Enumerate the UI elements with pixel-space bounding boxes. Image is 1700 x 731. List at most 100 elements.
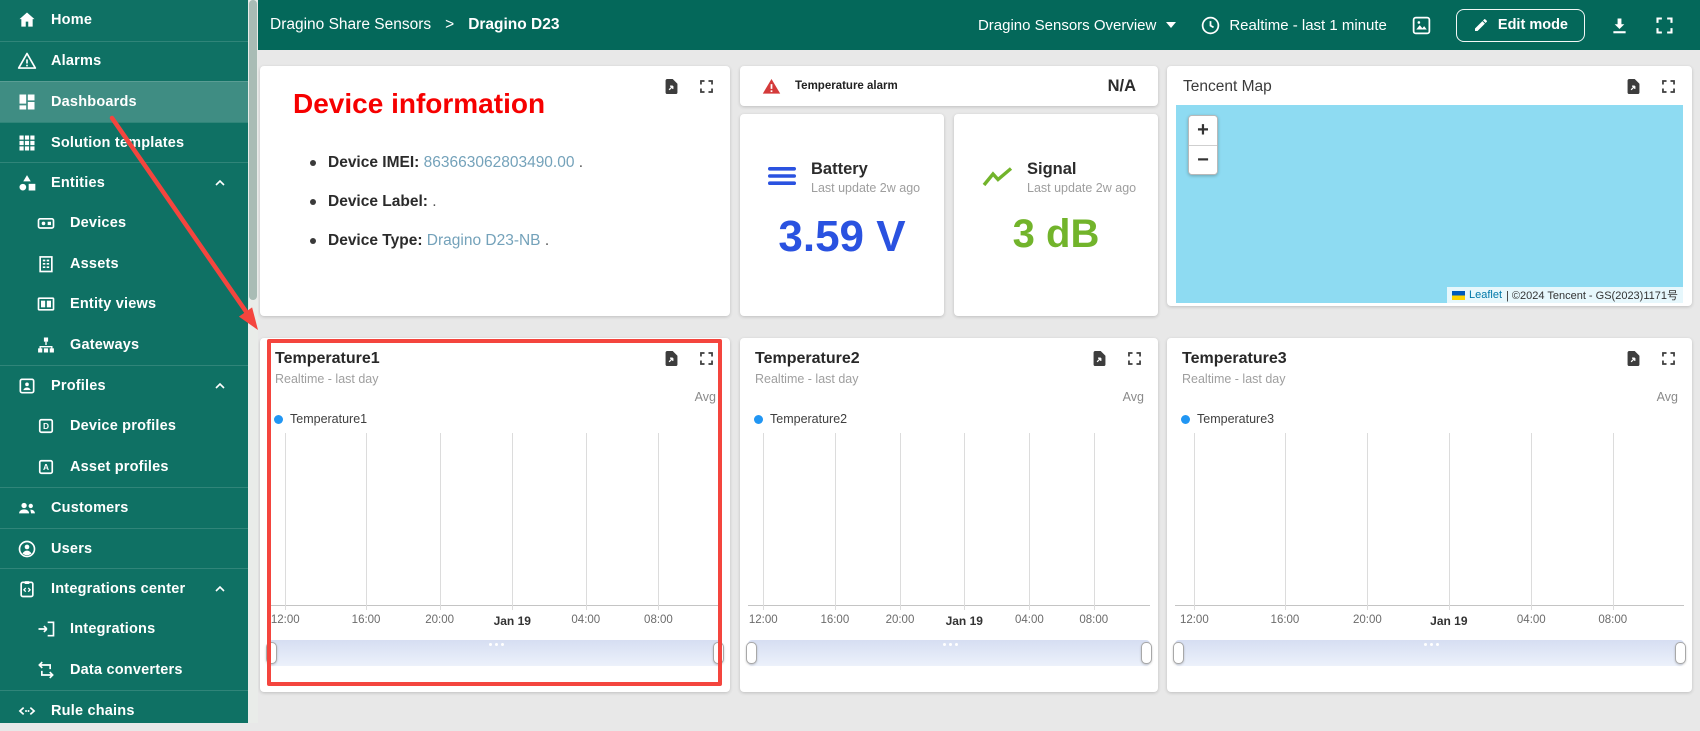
transform-icon: [36, 660, 56, 680]
dashboard-select[interactable]: Dragino Sensors Overview: [978, 17, 1177, 34]
sidebar-item-gateways[interactable]: Gateways: [0, 325, 248, 366]
dashboards-icon: [17, 92, 37, 112]
breadcrumb-root[interactable]: Dragino Share Sensors: [270, 16, 431, 34]
device-label-row: Device Label: .: [308, 193, 583, 211]
expand-icon[interactable]: [697, 77, 716, 96]
sidebar-item-devices[interactable]: Devices: [0, 203, 248, 244]
slider-right-handle[interactable]: [1141, 642, 1152, 664]
slider-right-handle[interactable]: [1675, 642, 1686, 664]
expand-icon[interactable]: [697, 349, 716, 368]
legend-item[interactable]: Temperature2: [754, 412, 847, 426]
time-range-slider[interactable]: [1173, 640, 1686, 666]
sidebar: Home Alarms Dashboards Solution template…: [0, 0, 248, 723]
chart-plot-area[interactable]: [1175, 433, 1684, 610]
alarm-label: Temperature alarm: [795, 80, 898, 92]
sidebar-item-integrations-center[interactable]: Integrations center: [0, 568, 248, 609]
sidebar-item-home[interactable]: Home: [0, 0, 248, 41]
sidebar-item-alarms[interactable]: Alarms: [0, 40, 248, 82]
export-file-icon[interactable]: [1090, 349, 1109, 368]
aggregation-label[interactable]: Avg: [1657, 390, 1678, 404]
slider-left-handle[interactable]: [1173, 642, 1184, 664]
legend-item[interactable]: Temperature3: [1181, 412, 1274, 426]
hub-icon: [36, 335, 56, 355]
expand-icon[interactable]: [1659, 349, 1678, 368]
temperature1-chart-card: Temperature1 Realtime - last day Avg Tem…: [260, 338, 730, 692]
pencil-icon: [1473, 17, 1489, 33]
sidebar-item-solution-templates[interactable]: Solution templates: [0, 121, 248, 163]
temperature-alarm-card: Temperature alarm N/A: [740, 66, 1158, 106]
scrollbar-thumb[interactable]: [249, 0, 257, 300]
chart-timewindow: Realtime - last day: [755, 372, 859, 386]
caret-down-icon: [1166, 22, 1177, 28]
sidebar-item-users[interactable]: Users: [0, 527, 248, 569]
zoom-out-button[interactable]: −: [1189, 145, 1217, 174]
slider-left-handle[interactable]: [746, 642, 757, 664]
ukraine-flag-icon: [1451, 290, 1465, 300]
export-file-icon[interactable]: [1624, 349, 1643, 368]
aggregation-label[interactable]: Avg: [1123, 390, 1144, 404]
slider-right-handle[interactable]: [713, 642, 724, 664]
download-icon[interactable]: [1609, 15, 1630, 36]
time-range-slider[interactable]: [746, 640, 1152, 666]
image-icon[interactable]: [1411, 15, 1432, 36]
building-icon: [36, 254, 56, 274]
chart-title: Temperature3: [1182, 350, 1287, 367]
sidebar-item-asset-profiles[interactable]: A Asset profiles: [0, 447, 248, 488]
map-attribution: Leaflet | ©2024 Tencent - GS(2023)1171号: [1446, 287, 1683, 303]
chart-plot-area[interactable]: [748, 433, 1150, 610]
sidebar-item-rule-chains[interactable]: Rule chains: [0, 690, 248, 731]
x-axis-labels: 12:00 16:00 20:00 Jan 19 04:00 08:00: [748, 614, 1109, 628]
signal-value: 3 dB: [1012, 212, 1100, 256]
sidebar-item-dashboards[interactable]: Dashboards: [0, 81, 248, 122]
fullscreen-icon[interactable]: [1654, 15, 1675, 36]
aggregation-label[interactable]: Avg: [695, 390, 716, 404]
legend-item[interactable]: Temperature1: [274, 412, 367, 426]
breadcrumb: Dragino Share Sensors > Dragino D23: [258, 16, 560, 34]
time-range-slider[interactable]: [266, 640, 724, 666]
edit-mode-button[interactable]: Edit mode: [1455, 8, 1585, 42]
arrow-into-box-icon: [36, 619, 56, 639]
svg-text:A: A: [43, 462, 49, 472]
expand-icon[interactable]: [1125, 349, 1144, 368]
breadcrumb-separator: >: [445, 16, 455, 33]
grid-icon: [17, 133, 37, 153]
timewindow-button[interactable]: Realtime - last 1 minute: [1200, 15, 1387, 36]
device-info-list: Device IMEI: 863663062803490.00 . Device…: [308, 154, 583, 271]
zoom-in-button[interactable]: +: [1189, 116, 1217, 145]
sidebar-item-profiles[interactable]: Profiles: [0, 365, 248, 406]
battery-title: Battery: [811, 160, 868, 178]
signal-card: Signal Last update 2w ago 3 dB: [954, 114, 1158, 316]
legend-dot-icon: [754, 414, 763, 424]
export-file-icon[interactable]: [662, 349, 681, 368]
x-axis-labels: 12:00 16:00 20:00 Jan 19 04:00 08:00: [1179, 614, 1628, 628]
tencent-map-card: Tencent Map + − Leaflet | ©2024 Tencent …: [1167, 66, 1692, 306]
signal-subtitle: Last update 2w ago: [1027, 180, 1137, 195]
legend-dot-icon: [274, 414, 283, 424]
sidebar-item-data-converters[interactable]: Data converters: [0, 650, 248, 691]
sidebar-item-customers[interactable]: Customers: [0, 487, 248, 528]
letter-d-icon: D: [36, 416, 56, 436]
home-icon: [17, 10, 37, 30]
export-file-icon[interactable]: [662, 77, 681, 96]
sidebar-item-entities[interactable]: Entities: [0, 162, 248, 203]
vertical-scrollbar[interactable]: [248, 0, 258, 723]
alarm-triangle-icon: [762, 77, 781, 96]
chart-plot-area[interactable]: [268, 433, 722, 610]
columns-icon: [36, 294, 56, 314]
sidebar-item-assets[interactable]: Assets: [0, 244, 248, 285]
sidebar-item-device-profiles[interactable]: D Device profiles: [0, 406, 248, 447]
export-file-icon[interactable]: [1624, 77, 1643, 96]
leaflet-link[interactable]: Leaflet: [1469, 289, 1502, 301]
map-canvas[interactable]: + − Leaflet | ©2024 Tencent - GS(2023)11…: [1176, 105, 1683, 303]
sidebar-item-integrations[interactable]: Integrations: [0, 609, 248, 650]
person-circle-icon: [17, 539, 37, 559]
people-icon: [17, 498, 37, 518]
sidebar-item-entity-views[interactable]: Entity views: [0, 284, 248, 325]
slider-left-handle[interactable]: [266, 642, 277, 664]
battery-value: 3.59 V: [778, 212, 906, 261]
chevron-up-icon: [212, 378, 228, 394]
clock-icon: [1200, 15, 1221, 36]
expand-icon[interactable]: [1659, 77, 1678, 96]
signal-line-icon: [982, 165, 1014, 189]
map-zoom-control: + −: [1188, 115, 1218, 175]
